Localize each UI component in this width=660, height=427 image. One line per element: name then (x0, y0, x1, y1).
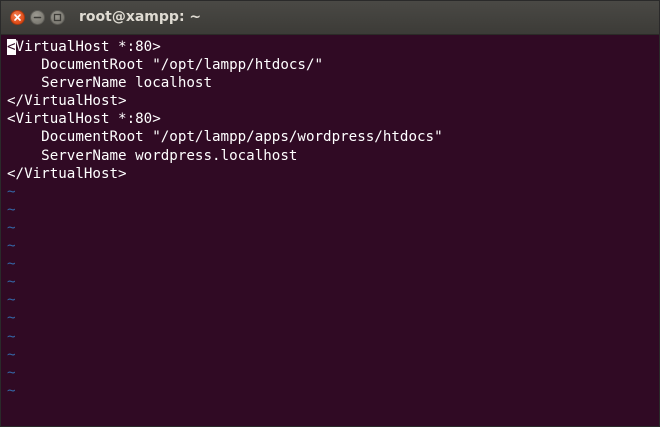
terminal-line: <VirtualHost *:80> (7, 38, 655, 56)
empty-line-marker: ~ (7, 183, 16, 200)
terminal-content[interactable]: <VirtualHost *:80> DocumentRoot "/opt/la… (7, 38, 655, 423)
empty-lines: ~ ~ ~ ~ ~ ~ ~ ~ ~ ~ ~ ~ (7, 183, 655, 400)
empty-line-marker: ~ (7, 219, 16, 236)
empty-line-marker: ~ (7, 346, 16, 363)
terminal-window: root@xampp: ~ <VirtualHost *:80> Documen… (0, 0, 660, 427)
empty-line-marker: ~ (7, 328, 16, 345)
terminal-line: DocumentRoot "/opt/lampp/apps/wordpress/… (7, 129, 443, 146)
maximize-button[interactable] (50, 10, 65, 25)
terminal-line: ServerName wordpress.localhost (7, 147, 298, 164)
minimize-icon (33, 16, 42, 19)
empty-line-marker: ~ (7, 274, 16, 291)
text-cursor: < (7, 39, 16, 55)
empty-line-marker: ~ (7, 382, 16, 399)
empty-line-marker: ~ (7, 292, 16, 309)
terminal-line: ServerName localhost (7, 75, 212, 92)
terminal-line-text: VirtualHost *:80> (15, 39, 161, 55)
empty-line-marker: ~ (7, 256, 16, 273)
close-button[interactable] (10, 10, 25, 25)
empty-line-marker: ~ (7, 238, 16, 255)
terminal-line: </VirtualHost> (7, 93, 127, 110)
close-icon (14, 14, 21, 21)
title-bar[interactable]: root@xampp: ~ (1, 1, 659, 35)
minimize-button[interactable] (30, 10, 45, 25)
window-title: root@xampp: ~ (79, 9, 202, 25)
terminal-line: DocumentRoot "/opt/lampp/htdocs/" (7, 57, 324, 74)
empty-line-marker: ~ (7, 201, 16, 218)
terminal-line: </VirtualHost> (7, 165, 127, 182)
empty-line-marker: ~ (7, 364, 16, 381)
empty-line-marker: ~ (7, 310, 16, 327)
terminal-line: <VirtualHost *:80> (7, 111, 161, 128)
maximize-icon (53, 13, 62, 22)
